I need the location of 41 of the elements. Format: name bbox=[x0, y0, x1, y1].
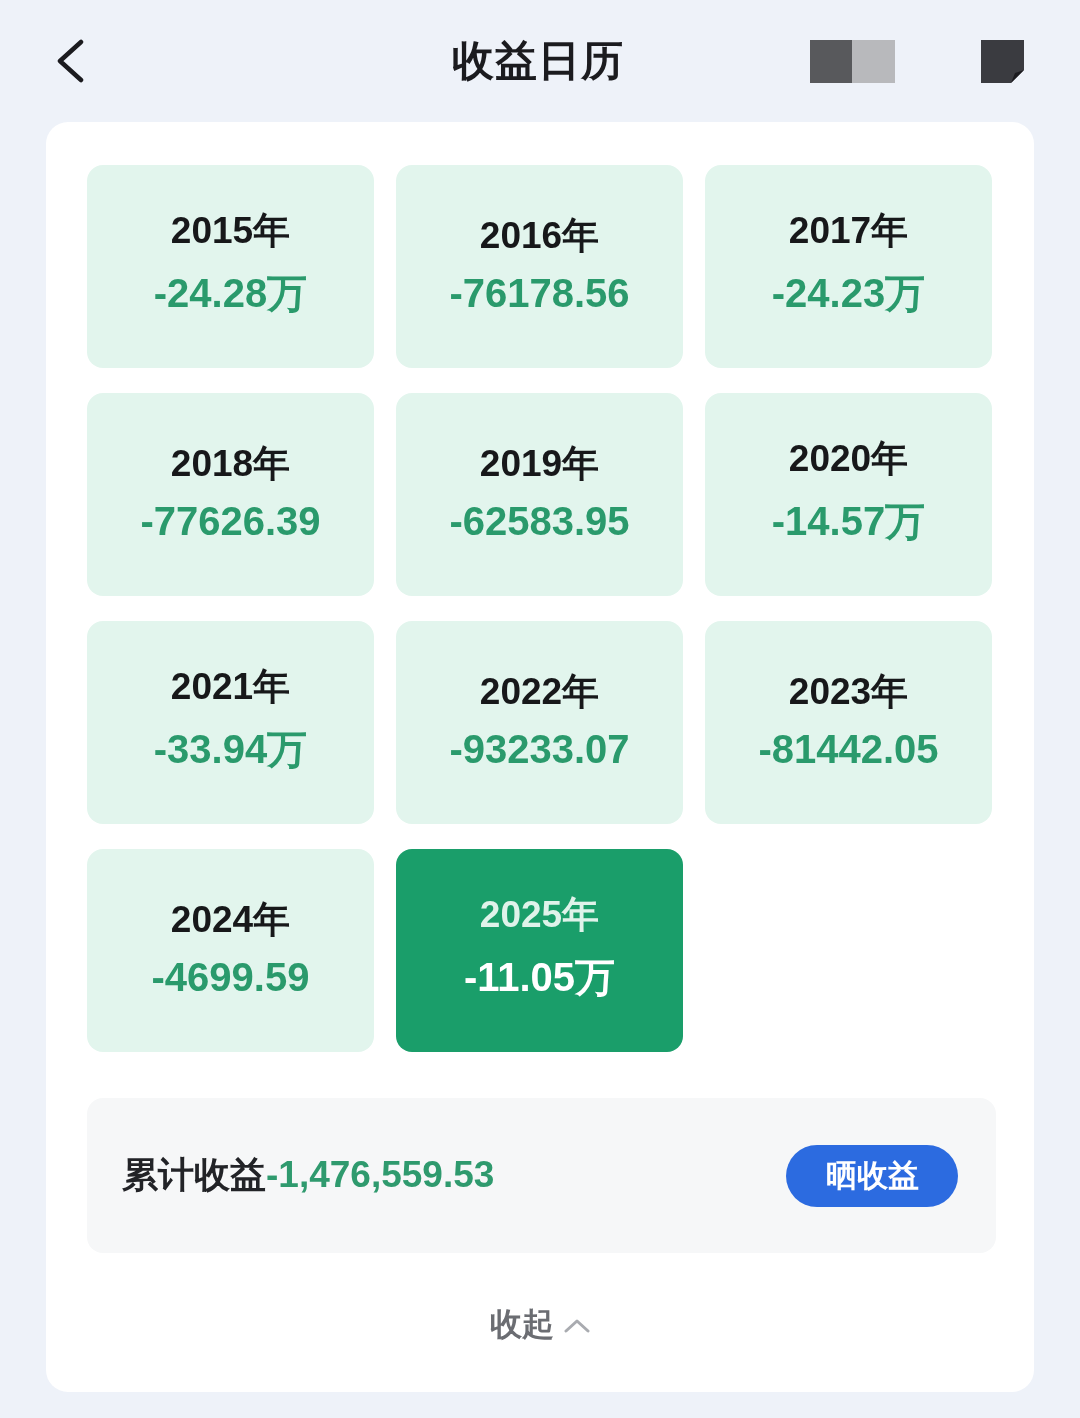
chevron-up-icon bbox=[564, 1317, 590, 1333]
share-earnings-button[interactable]: 晒收益 bbox=[786, 1144, 958, 1207]
year-label: 2016年 bbox=[479, 214, 600, 258]
year-earnings: -11.05万 bbox=[463, 954, 616, 1001]
year-label: 2024年 bbox=[170, 898, 291, 942]
year-label: 2017年 bbox=[788, 209, 909, 253]
year-earnings: -14.57万 bbox=[771, 498, 926, 545]
year-earnings: -93233.07 bbox=[449, 727, 630, 772]
year-label: 2023年 bbox=[788, 670, 909, 714]
year-label: 2019年 bbox=[479, 442, 600, 486]
year-earnings: -24.23万 bbox=[771, 270, 926, 317]
collapse-button[interactable]: 收起 bbox=[490, 1303, 590, 1347]
total-earnings-label: 累计收益 bbox=[122, 1153, 266, 1197]
year-label: 2021年 bbox=[170, 665, 291, 709]
year-earnings: -62583.95 bbox=[449, 499, 630, 544]
year-label: 2020年 bbox=[788, 437, 909, 481]
year-label: 2018年 bbox=[170, 442, 291, 486]
note-icon[interactable] bbox=[981, 39, 1024, 83]
year-earnings: -4699.59 bbox=[151, 955, 310, 1000]
year-tile[interactable]: 2022年 -93233.07 bbox=[396, 621, 683, 824]
year-label: 2015年 bbox=[170, 209, 291, 253]
year-tile[interactable]: 2021年 -33.94万 bbox=[87, 621, 374, 824]
back-icon bbox=[55, 39, 85, 83]
total-earnings-value: -1,476,559.53 bbox=[266, 1154, 495, 1196]
year-tile[interactable]: 2024年 -4699.59 bbox=[87, 849, 374, 1052]
pixelated-icon[interactable] bbox=[810, 39, 895, 83]
year-earnings: -77626.39 bbox=[140, 499, 321, 544]
year-tile[interactable]: 2015年 -24.28万 bbox=[87, 165, 374, 368]
year-tile[interactable]: 2019年 -62583.95 bbox=[396, 393, 683, 596]
year-tile[interactable]: 2023年 -81442.05 bbox=[705, 621, 992, 824]
year-label: 2025年 bbox=[479, 893, 600, 937]
year-tile[interactable]: 2017年 -24.23万 bbox=[705, 165, 992, 368]
year-tile[interactable]: 2020年 -14.57万 bbox=[705, 393, 992, 596]
year-earnings: -33.94万 bbox=[153, 726, 308, 773]
page-title: 收益日历 bbox=[452, 36, 624, 86]
year-earnings: -81442.05 bbox=[758, 727, 939, 772]
year-earnings: -24.28万 bbox=[153, 270, 308, 317]
year-tile[interactable]: 2016年 -76178.56 bbox=[396, 165, 683, 368]
year-label: 2022年 bbox=[479, 670, 600, 714]
year-tile[interactable]: 2018年 -77626.39 bbox=[87, 393, 374, 596]
year-earnings: -76178.56 bbox=[449, 271, 630, 316]
